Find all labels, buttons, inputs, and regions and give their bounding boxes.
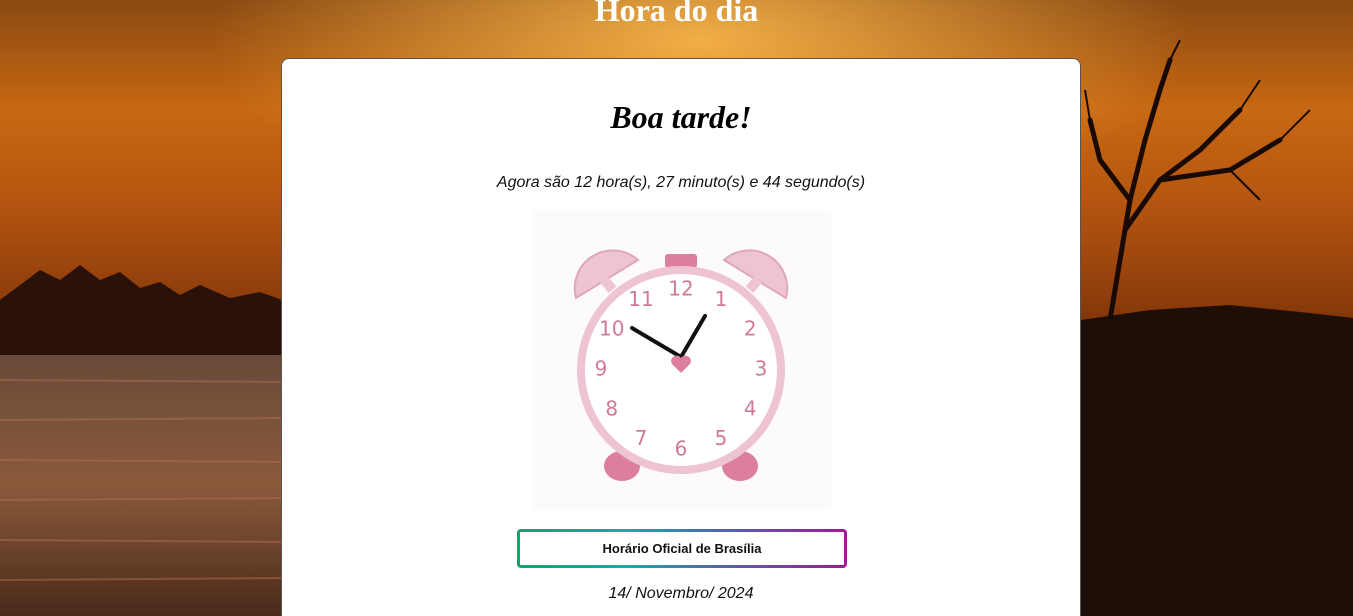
clock-number-12: 12 <box>668 277 693 301</box>
page-title: Hora do dia <box>594 0 759 28</box>
current-time-text: Agora são 12 hora(s), 27 minuto(s) e 44 … <box>496 174 866 191</box>
clock-number-4: 4 <box>744 397 757 421</box>
clock-number-3: 3 <box>755 357 768 381</box>
clock-number-5: 5 <box>715 426 728 450</box>
alarm-clock-icon: 12 12 3 45 6 78 9 1011 <box>573 249 789 481</box>
clock-number-11: 11 <box>628 287 653 311</box>
greeting-heading: Boa tarde! <box>610 99 752 135</box>
clock-number-7: 7 <box>635 426 648 450</box>
brasilia-official-time-button[interactable]: Horário Oficial de Brasília <box>517 529 847 568</box>
clock-number-9: 9 <box>595 357 608 381</box>
main-card: Boa tarde! Agora são 12 hora(s), 27 minu… <box>281 58 1081 616</box>
alarm-clock-image: 12 1 2 3 4 5 6 7 8 9 10 11 <box>531 210 831 510</box>
clock-number-1: 1 <box>715 287 728 311</box>
clock-knob <box>665 254 697 268</box>
date-text: 14/ Novembro/ 2024 <box>608 585 754 602</box>
clock-number-6: 6 <box>675 437 688 461</box>
clock-number-2: 2 <box>744 317 757 341</box>
clock-number-10: 10 <box>599 317 624 341</box>
clock-number-8: 8 <box>605 397 618 421</box>
